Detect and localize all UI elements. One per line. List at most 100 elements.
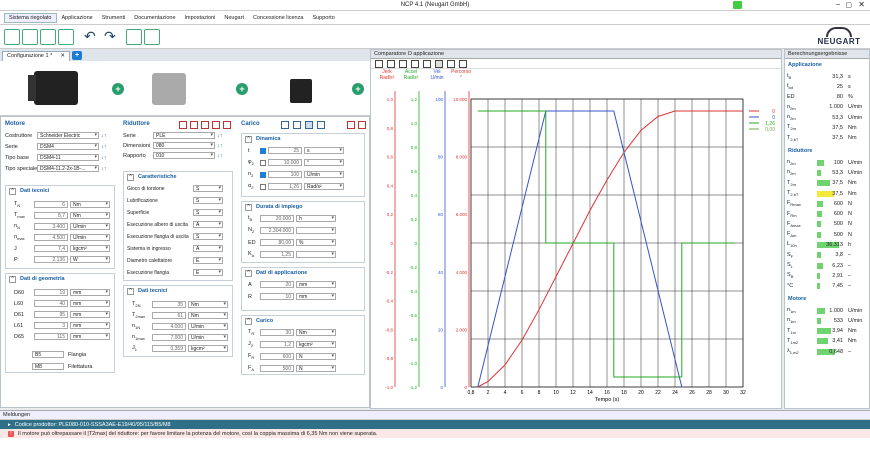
unit-select[interactable]: mm <box>70 289 110 296</box>
unit-select[interactable]: mm <box>296 293 336 300</box>
unit-select[interactable]: U/min <box>70 223 110 230</box>
value-field[interactable]: 7,4 <box>34 245 68 252</box>
unit-select[interactable]: mm <box>70 300 110 307</box>
unit-select[interactable]: kgcm² <box>188 345 228 352</box>
menu-item[interactable]: Impostazioni <box>181 14 220 22</box>
undo-icon[interactable]: ↶ <box>84 29 100 45</box>
load-weight-image[interactable] <box>290 79 312 103</box>
cad-icon[interactable] <box>358 121 366 129</box>
gearbox-select[interactable]: PLE <box>153 132 215 139</box>
collapse-icon[interactable]: ^ <box>9 188 16 195</box>
menu-item[interactable]: Concessione licenza <box>249 14 307 22</box>
chart-mode-icon[interactable] <box>447 60 455 68</box>
value-field[interactable]: 40 <box>34 300 68 307</box>
value-field[interactable]: 20.000 <box>260 215 294 222</box>
value-field[interactable]: 0,359 <box>152 345 186 352</box>
chart-icon[interactable] <box>305 121 313 129</box>
menu-item[interactable]: Neugart <box>220 14 248 22</box>
feature-select[interactable]: S <box>193 209 223 216</box>
unit-select[interactable]: N <box>296 353 336 360</box>
value-field[interactable]: 3 <box>34 322 68 329</box>
zoom-icon[interactable] <box>375 60 383 68</box>
zoom-in-icon[interactable] <box>399 60 407 68</box>
sort-icon[interactable]: ↓↑ <box>217 153 223 159</box>
value-field[interactable]: 2.136 <box>34 256 68 263</box>
collapse-icon[interactable]: ^ <box>245 204 252 211</box>
collapse-icon[interactable]: ^ <box>9 276 16 283</box>
unit-select[interactable]: mm <box>70 311 110 318</box>
maximize-icon[interactable]: ▢ <box>845 1 852 9</box>
checkbox[interactable] <box>260 183 266 190</box>
value-field[interactable]: 4.500 <box>34 234 68 241</box>
unit-select[interactable]: Nm <box>70 201 110 208</box>
chart-mode-icon[interactable] <box>435 60 443 68</box>
unit-select[interactable]: Nm <box>70 212 110 219</box>
unit-select[interactable]: h <box>296 215 336 222</box>
zoom-out-icon[interactable] <box>411 60 419 68</box>
help-icon[interactable] <box>223 121 231 129</box>
value-field[interactable]: 100 <box>268 171 302 178</box>
menu-item[interactable]: Sistema riegolato <box>4 12 57 23</box>
value-field[interactable]: 8,7 <box>34 212 68 219</box>
sort-icon[interactable]: ↓↑ <box>217 143 223 149</box>
motor-image[interactable] <box>34 71 78 105</box>
gearbox-image[interactable] <box>152 73 186 105</box>
collapse-icon[interactable]: ^ <box>245 136 252 143</box>
unit-select[interactable]: Rad/s² <box>304 183 344 190</box>
value-field[interactable]: 19 <box>34 289 68 296</box>
close-icon[interactable]: ✕ <box>858 0 865 9</box>
menu-item[interactable]: Supporto <box>308 14 338 22</box>
unit-select[interactable]: U/min <box>188 334 228 341</box>
save-icon[interactable] <box>40 29 56 45</box>
value-field[interactable]: 80,00 <box>260 239 294 246</box>
minimize-icon[interactable]: – <box>836 1 840 8</box>
value-field[interactable]: 1,26 <box>268 183 302 190</box>
gearbox-select[interactable]: 080 <box>153 142 215 149</box>
unit-select[interactable]: U/min <box>304 171 344 178</box>
collapse-icon[interactable]: ^ <box>127 174 134 181</box>
sort-icon[interactable]: ↓↑ <box>101 155 107 161</box>
menu-item[interactable]: Documentazione <box>130 14 179 22</box>
menu-item[interactable]: Strumenti <box>98 14 130 22</box>
feature-select[interactable]: E <box>193 257 223 264</box>
value-field[interactable]: 10.000 <box>268 159 302 166</box>
thread-field[interactable]: M8 <box>32 363 64 370</box>
value-field[interactable]: 95 <box>34 311 68 318</box>
value-field[interactable]: 600 <box>260 353 294 360</box>
unit-select[interactable]: mm <box>70 322 110 329</box>
sort-icon[interactable]: ↓↑ <box>101 166 107 172</box>
value-field[interactable]: 35 <box>152 301 186 308</box>
chart-icon[interactable] <box>293 121 301 129</box>
unit-select[interactable]: W <box>70 256 110 263</box>
gearbox-select[interactable]: 010 <box>153 152 215 159</box>
feature-select[interactable]: S <box>193 185 223 192</box>
value-field[interactable]: 10 <box>260 293 294 300</box>
compare-icon[interactable] <box>144 29 160 45</box>
value-field[interactable]: 3.400 <box>34 223 68 230</box>
warning-row[interactable]: ! Il motore può oltrepassare il |T2max| d… <box>0 429 870 438</box>
unit-select[interactable]: U/min <box>188 323 228 330</box>
sort-icon[interactable]: ↓↑ <box>101 133 107 139</box>
collapse-icon[interactable]: ^ <box>245 318 252 325</box>
feature-select[interactable]: A <box>193 221 223 228</box>
pdf-icon[interactable] <box>190 121 198 129</box>
redo-icon[interactable]: ↷ <box>104 29 120 45</box>
collapse-icon[interactable]: ^ <box>127 288 134 295</box>
value-field[interactable]: 500 <box>260 365 294 372</box>
checkbox[interactable] <box>260 147 266 154</box>
unit-select[interactable]: Nm <box>188 312 228 319</box>
value-field[interactable]: 6 <box>34 201 68 208</box>
menu-item[interactable]: Applicazione <box>58 14 97 22</box>
feature-select[interactable]: S <box>193 197 223 204</box>
collapse-icon[interactable]: ^ <box>245 270 252 277</box>
pdf-icon[interactable] <box>347 121 355 129</box>
value-field[interactable]: 25 <box>268 147 302 154</box>
chart-icon[interactable] <box>317 121 325 129</box>
unit-select[interactable]: U/min <box>70 234 110 241</box>
add-component-icon[interactable]: + <box>352 83 364 95</box>
unit-select[interactable]: Nm <box>188 301 228 308</box>
value-field[interactable]: 115 <box>34 333 68 340</box>
pan-icon[interactable] <box>387 60 395 68</box>
motor-select[interactable]: DSM4-11 <box>37 154 99 161</box>
comment-icon[interactable] <box>58 29 74 45</box>
